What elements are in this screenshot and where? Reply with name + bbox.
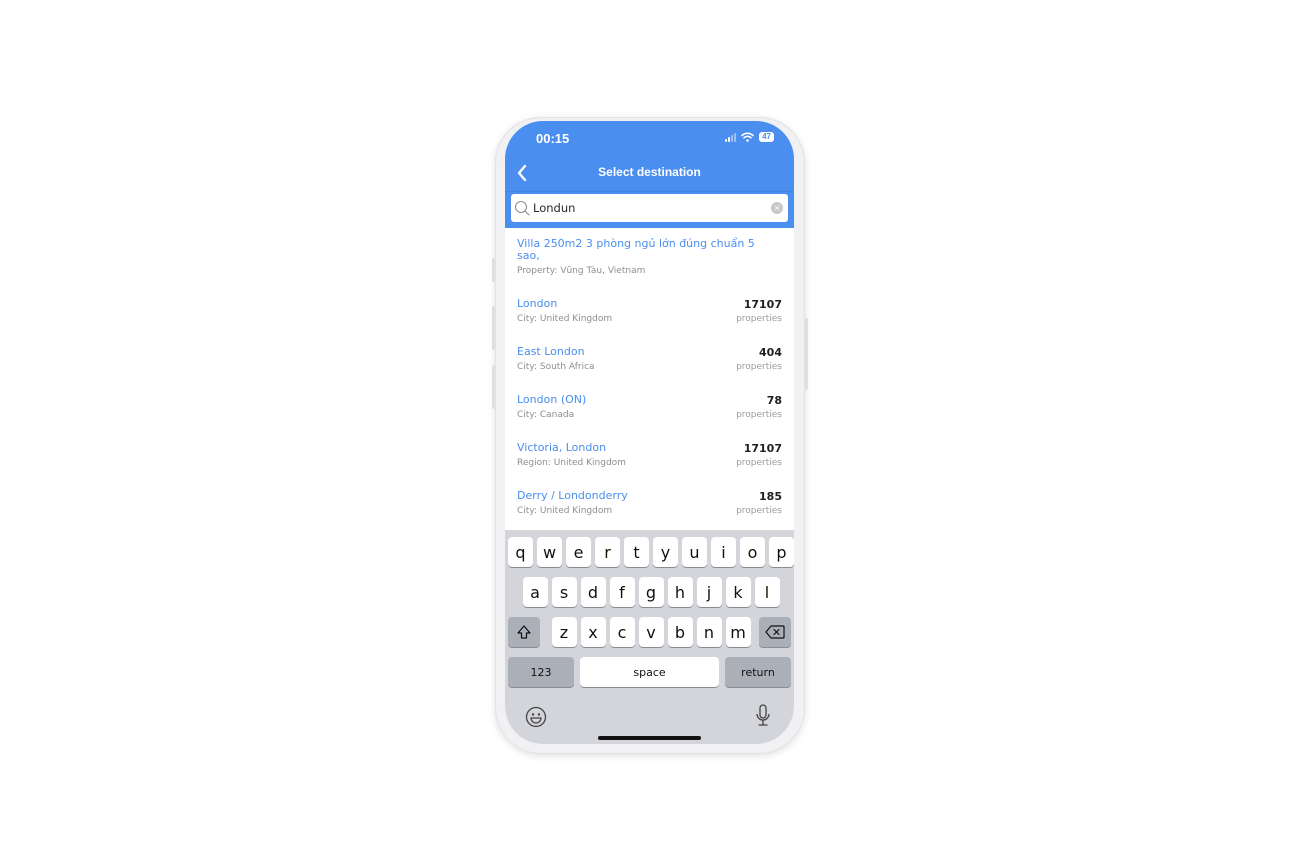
key-h[interactable]: h: [667, 577, 693, 607]
key-w[interactable]: w: [537, 537, 562, 567]
key-e[interactable]: e: [566, 537, 591, 567]
property-count-unit: properties: [736, 506, 782, 516]
shift-key[interactable]: [508, 617, 540, 647]
key-l[interactable]: l: [754, 577, 780, 607]
key-b[interactable]: b: [667, 617, 693, 647]
result-name: Villa 250m2 3 phòng ngủ lớn đúng chuẩn 5…: [517, 237, 755, 262]
key-j[interactable]: j: [696, 577, 722, 607]
key-t[interactable]: t: [624, 537, 649, 567]
home-indicator[interactable]: [598, 736, 701, 740]
property-count: 185: [759, 490, 782, 503]
key-d[interactable]: d: [580, 577, 606, 607]
result-name: East London: [517, 345, 585, 358]
search-input[interactable]: [533, 194, 763, 222]
key-o[interactable]: o: [740, 537, 765, 567]
property-count: 78: [766, 394, 782, 407]
space-key[interactable]: space: [580, 657, 719, 687]
app-header: 00:15 47 Select destination Londun ×: [505, 121, 794, 228]
volume-up-button: [492, 306, 495, 350]
status-time: 00:15: [536, 131, 570, 146]
volume-down-button: [492, 365, 495, 409]
key-u[interactable]: u: [682, 537, 707, 567]
shift-icon: [517, 625, 531, 639]
search-box: ×: [511, 194, 788, 222]
list-item[interactable]: East London City: South Africa 404 prope…: [517, 345, 782, 373]
key-v[interactable]: v: [638, 617, 664, 647]
key-s[interactable]: s: [551, 577, 577, 607]
result-name: Victoria, London: [517, 441, 607, 454]
wifi-icon: [741, 132, 754, 142]
list-item[interactable]: Derry / Londonderry City: United Kingdom…: [517, 489, 782, 517]
numbers-key[interactable]: 123: [508, 657, 574, 687]
key-m[interactable]: m: [725, 617, 751, 647]
backspace-icon: [765, 625, 785, 639]
result-name: London: [517, 297, 558, 310]
property-count-unit: properties: [736, 410, 782, 420]
clear-search-button[interactable]: ×: [771, 202, 783, 214]
key-n[interactable]: n: [696, 617, 722, 647]
key-q[interactable]: q: [508, 537, 533, 567]
key-a[interactable]: a: [522, 577, 548, 607]
power-button: [805, 318, 808, 390]
battery-icon: 47: [759, 132, 774, 142]
property-count: 17107: [743, 298, 782, 311]
key-f[interactable]: f: [609, 577, 635, 607]
microphone-icon[interactable]: [754, 704, 772, 728]
key-i[interactable]: i: [711, 537, 736, 567]
mute-switch: [492, 258, 495, 282]
property-count-unit: properties: [736, 314, 782, 324]
property-count: 17107: [743, 442, 782, 455]
key-z[interactable]: z: [551, 617, 577, 647]
return-key[interactable]: return: [725, 657, 791, 687]
phone-screen: 00:15 47 Select destination Londun × Vil…: [505, 121, 794, 744]
close-icon: ×: [774, 203, 780, 213]
key-g[interactable]: g: [638, 577, 664, 607]
property-count-unit: properties: [736, 362, 782, 372]
list-item[interactable]: Victoria, London Region: United Kingdom …: [517, 441, 782, 469]
key-p[interactable]: p: [769, 537, 794, 567]
status-icons: 47: [725, 132, 774, 142]
keyboard: qwertyuiop asdfghjkl zxcvbnm 123 space r…: [505, 530, 794, 744]
result-subtitle: Property: Vũng Tàu, Vietnam: [517, 266, 646, 276]
result-name: London (ON): [517, 393, 587, 406]
list-item[interactable]: London City: United Kingdom 17107 proper…: [517, 297, 782, 325]
results-list: Villa 250m2 3 phòng ngủ lớn đúng chuẩn 5…: [505, 228, 794, 530]
key-c[interactable]: c: [609, 617, 635, 647]
emoji-icon[interactable]: [525, 706, 547, 728]
page-title: Select destination: [598, 165, 701, 179]
key-y[interactable]: y: [653, 537, 678, 567]
list-item[interactable]: London (ON) City: Canada 78 properties: [517, 393, 782, 421]
key-k[interactable]: k: [725, 577, 751, 607]
signal-icon: [725, 132, 737, 142]
list-item[interactable]: Villa 250m2 3 phòng ngủ lớn đúng chuẩn 5…: [517, 237, 782, 277]
search-icon: [514, 200, 530, 216]
key-x[interactable]: x: [580, 617, 606, 647]
key-r[interactable]: r: [595, 537, 620, 567]
header-divider: [505, 191, 794, 192]
nav-bar: Select destination: [505, 158, 794, 188]
property-count-unit: properties: [736, 458, 782, 468]
result-name: Derry / Londonderry: [517, 489, 628, 502]
property-count: 404: [759, 346, 782, 359]
backspace-key[interactable]: [759, 617, 791, 647]
